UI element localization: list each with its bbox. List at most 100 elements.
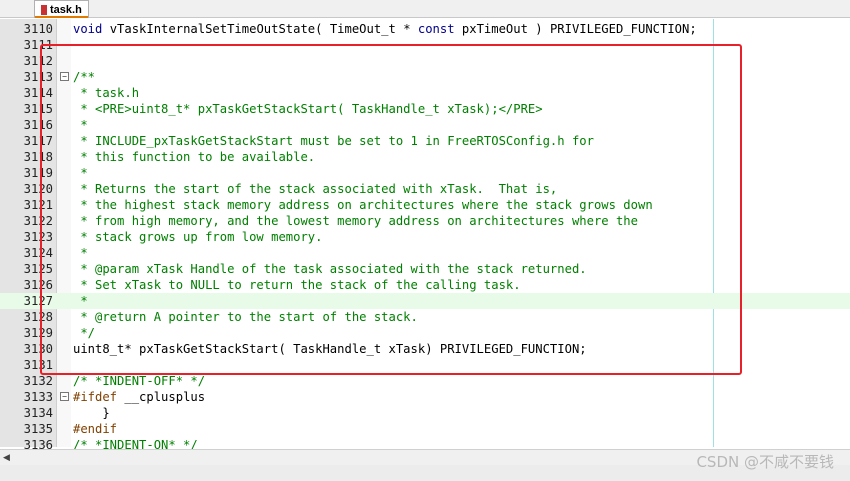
line-number: 3113 bbox=[23, 70, 53, 84]
code-line[interactable]: 3111 bbox=[0, 37, 850, 53]
code-comment: * INCLUDE_pxTaskGetStackStart must be se… bbox=[73, 134, 594, 148]
line-number: 3130 bbox=[23, 342, 53, 356]
code-keyword: const bbox=[417, 22, 455, 36]
line-number: 3120 bbox=[23, 182, 53, 196]
line-number: 3114 bbox=[23, 86, 53, 100]
line-number: 3122 bbox=[23, 214, 53, 228]
code-line[interactable]: 3116 * bbox=[0, 117, 850, 133]
code-preprocessor: #ifdef bbox=[73, 390, 118, 404]
line-number: 3115 bbox=[23, 102, 53, 116]
code-text: * bbox=[73, 165, 88, 181]
watermark: CSDN @不咸不要钱 bbox=[696, 453, 834, 471]
code-text: * from high memory, and the lowest memor… bbox=[73, 213, 638, 229]
code-token: uint8_t* pxTaskGetStackStart( TaskHandle… bbox=[73, 342, 587, 356]
code-text: * INCLUDE_pxTaskGetStackStart must be se… bbox=[73, 133, 594, 149]
code-line[interactable]: 3121 * the highest stack memory address … bbox=[0, 197, 850, 213]
line-number: 3121 bbox=[23, 198, 53, 212]
code-comment: * task.h bbox=[73, 86, 140, 100]
line-number: 3124 bbox=[23, 246, 53, 260]
code-comment: * Returns the start of the stack associa… bbox=[73, 182, 558, 196]
code-comment: /* *INDENT-OFF* */ bbox=[73, 374, 206, 388]
code-comment: */ bbox=[73, 326, 96, 340]
code-line[interactable]: 3131 bbox=[0, 357, 850, 373]
code-text: #ifdef __cplusplus bbox=[73, 389, 205, 405]
code-text: } bbox=[73, 405, 110, 421]
code-text: * Returns the start of the stack associa… bbox=[73, 181, 557, 197]
line-number: 3110 bbox=[23, 22, 53, 36]
code-line[interactable]: 3126 * Set xTask to NULL to return the s… bbox=[0, 277, 850, 293]
code-keyword: void bbox=[73, 22, 103, 36]
line-number: 3131 bbox=[23, 358, 53, 372]
code-comment: * the highest stack memory address on ar… bbox=[73, 198, 653, 212]
code-line[interactable]: 3128 * @return A pointer to the start of… bbox=[0, 309, 850, 325]
active-tab-indicator bbox=[35, 16, 88, 18]
code-text: * stack grows up from low memory. bbox=[73, 229, 322, 245]
code-preprocessor: #endif bbox=[73, 422, 118, 436]
code-text: * @return A pointer to the start of the … bbox=[73, 309, 418, 325]
code-line[interactable]: 3110 void vTaskInternalSetTimeOutState( T… bbox=[0, 21, 850, 37]
code-line[interactable]: 3134 } bbox=[0, 405, 850, 421]
line-number: 3112 bbox=[23, 54, 53, 68]
line-number: 3129 bbox=[23, 326, 53, 340]
code-line[interactable]: 3120 * Returns the start of the stack as… bbox=[0, 181, 850, 197]
code-line[interactable]: 3124 * bbox=[0, 245, 850, 261]
line-number: 3126 bbox=[23, 278, 53, 292]
line-number: 3125 bbox=[23, 262, 53, 276]
code-line[interactable]: 3132 /* *INDENT-OFF* */ bbox=[0, 373, 850, 389]
code-text: * bbox=[73, 245, 87, 261]
code-line[interactable]: 3130 uint8_t* pxTaskGetStackStart( TaskHa… bbox=[0, 341, 850, 357]
code-text: * bbox=[73, 117, 88, 133]
code-text: #endif bbox=[73, 421, 117, 437]
code-editor[interactable]: 3110 void vTaskInternalSetTimeOutState( T… bbox=[0, 21, 850, 453]
code-text: * Set xTask to NULL to return the stack … bbox=[73, 277, 521, 293]
code-token: } bbox=[73, 406, 110, 420]
code-comment: * this function to be available. bbox=[73, 150, 316, 164]
line-number: 3118 bbox=[23, 150, 53, 164]
tab-task-h[interactable]: task.h bbox=[34, 0, 89, 18]
line-number: 3135 bbox=[23, 422, 53, 436]
code-line[interactable]: 3115 * <PRE>uint8_t* pxTaskGetStackStart… bbox=[0, 101, 850, 117]
code-line[interactable]: 3122 * from high memory, and the lowest … bbox=[0, 213, 850, 229]
tab-label: task.h bbox=[50, 3, 82, 16]
code-line[interactable]: 3112 bbox=[0, 53, 850, 69]
code-text: /** bbox=[73, 69, 95, 85]
code-comment: * @return A pointer to the start of the … bbox=[73, 310, 418, 324]
code-text: /* *INDENT-OFF* */ bbox=[73, 373, 205, 389]
code-line[interactable]: 3119 * bbox=[0, 165, 850, 181]
line-number: 3128 bbox=[23, 310, 53, 324]
code-line[interactable]: 3133− #ifdef __cplusplus bbox=[0, 389, 850, 405]
code-text: * @param xTask Handle of the task associ… bbox=[73, 261, 587, 277]
line-number: 3134 bbox=[23, 406, 53, 420]
code-text: * bbox=[73, 293, 88, 309]
fold-toggle-icon[interactable]: − bbox=[60, 392, 69, 401]
code-line[interactable]: 3118 * this function to be available. bbox=[0, 149, 850, 165]
code-line[interactable]: 3114 * task.h bbox=[0, 85, 850, 101]
line-number: 3133 bbox=[23, 390, 53, 404]
code-token: __cplusplus bbox=[117, 390, 206, 404]
code-comment: * @param xTask Handle of the task associ… bbox=[73, 262, 587, 276]
fold-toggle-icon[interactable]: − bbox=[60, 72, 69, 81]
code-line[interactable]: 3113−/** bbox=[0, 69, 850, 85]
code-line[interactable]: 3127 * bbox=[0, 293, 850, 309]
code-line[interactable]: 3135 #endif bbox=[0, 421, 850, 437]
code-comment: * bbox=[73, 118, 88, 132]
code-comment: * bbox=[73, 166, 88, 180]
code-line[interactable]: 3129 */ bbox=[0, 325, 850, 341]
code-text: * <PRE>uint8_t* pxTaskGetStackStart( Tas… bbox=[73, 101, 542, 117]
line-number: 3116 bbox=[23, 118, 53, 132]
code-token: vTaskInternalSetTimeOutState( TimeOut_t … bbox=[102, 22, 418, 36]
scroll-left-icon[interactable]: ◀ bbox=[3, 453, 10, 463]
code-comment: * Set xTask to NULL to return the stack … bbox=[73, 278, 521, 292]
tab-bar: task.h bbox=[0, 0, 850, 18]
code-text: uint8_t* pxTaskGetStackStart( TaskHandle… bbox=[73, 341, 587, 357]
code-token: pxTimeOut ) PRIVILEGED_FUNCTION; bbox=[454, 22, 697, 36]
code-line[interactable]: 3123 * stack grows up from low memory. bbox=[0, 229, 850, 245]
line-number: 3111 bbox=[23, 38, 53, 52]
code-text: void vTaskInternalSetTimeOutState( TimeO… bbox=[73, 21, 697, 37]
code-text: * task.h bbox=[73, 85, 139, 101]
code-line[interactable]: 3117 * INCLUDE_pxTaskGetStackStart must … bbox=[0, 133, 850, 149]
code-comment: * from high memory, and the lowest memor… bbox=[73, 214, 638, 228]
code-line[interactable]: 3125 * @param xTask Handle of the task a… bbox=[0, 261, 850, 277]
line-number: 3117 bbox=[23, 134, 53, 148]
code-comment: * bbox=[73, 294, 88, 308]
